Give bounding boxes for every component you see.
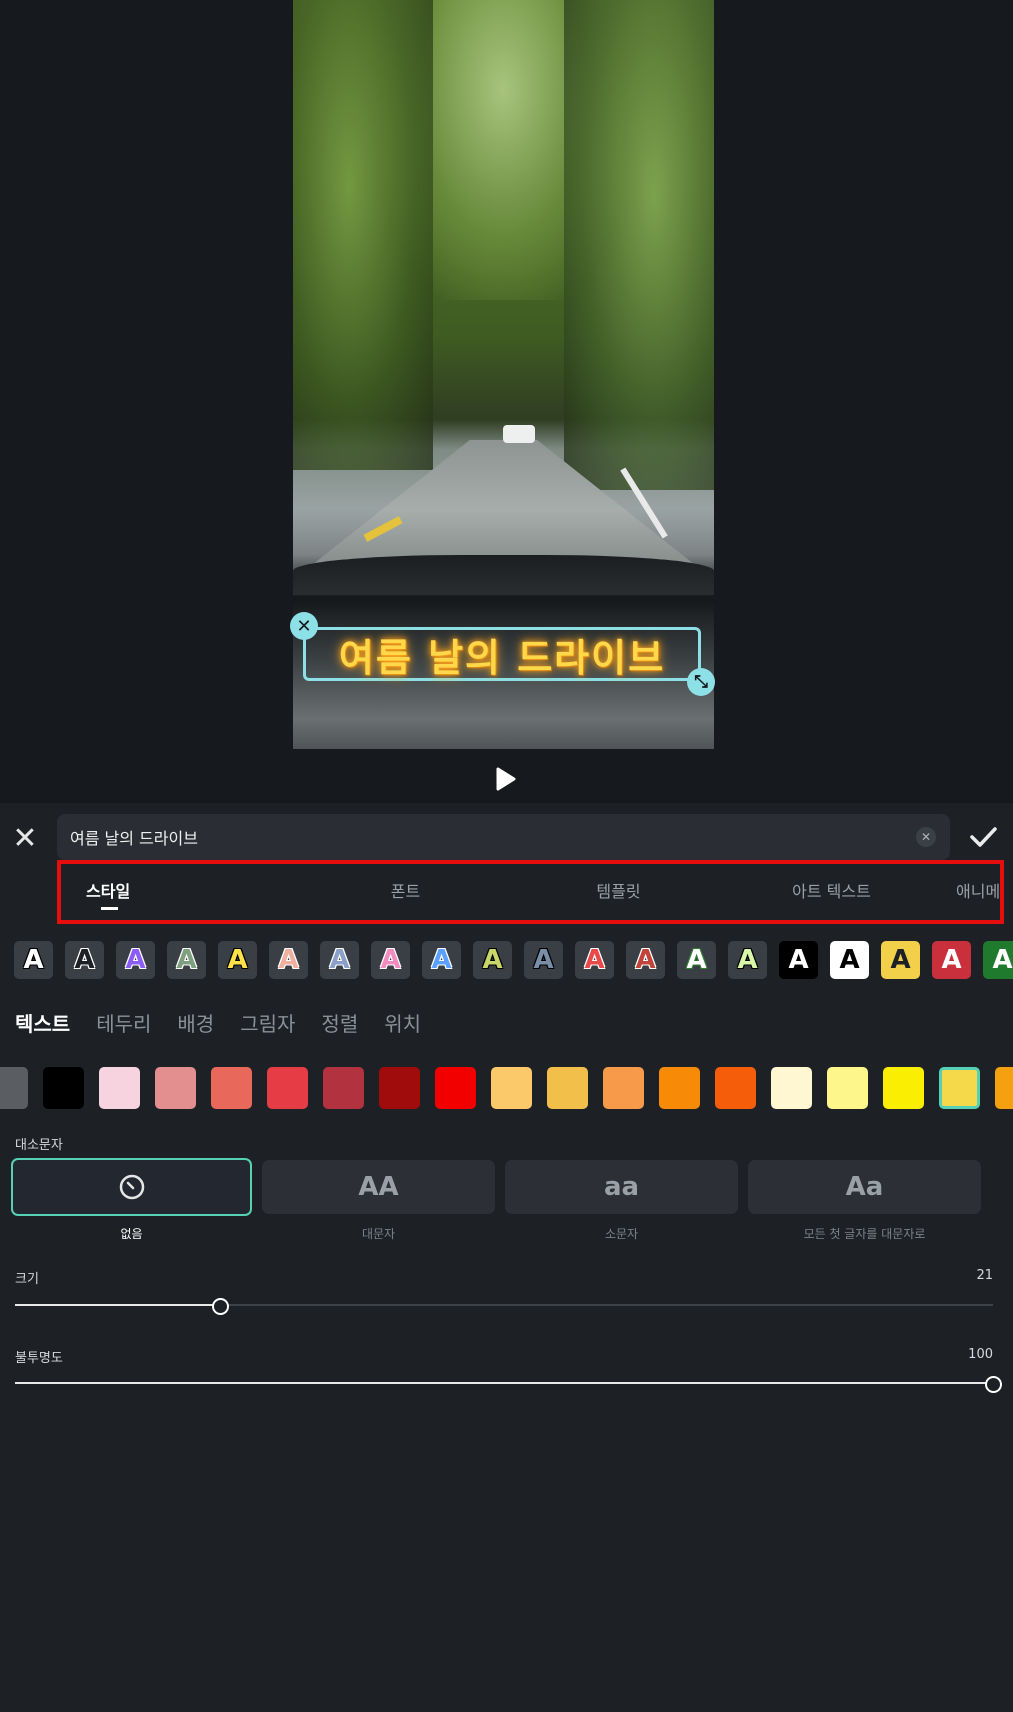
case-option-label: 없음 xyxy=(120,1227,143,1241)
opacity-slider-fill xyxy=(15,1382,993,1384)
size-slider-thumb[interactable] xyxy=(212,1298,230,1315)
subtab-6[interactable]: 위치 xyxy=(384,1008,421,1037)
opacity-slider[interactable] xyxy=(15,1373,1002,1393)
case-option-1[interactable] xyxy=(11,1158,252,1216)
case-option-3[interactable]: aa xyxy=(505,1160,738,1214)
color-swatch[interactable] xyxy=(995,1067,1013,1109)
color-swatch[interactable] xyxy=(827,1067,868,1109)
style-preset-9[interactable]: A xyxy=(422,941,461,979)
style-preset-16[interactable]: A xyxy=(779,941,818,979)
color-swatch[interactable] xyxy=(771,1067,812,1109)
check-icon[interactable] xyxy=(966,820,1000,854)
style-subtabs: 텍스트 테두리 배경 그림자 정렬 위치 xyxy=(15,1008,421,1037)
opacity-label: 불투명도 xyxy=(15,1351,63,1366)
style-preset-3[interactable]: A xyxy=(116,941,155,979)
style-preset-19[interactable]: A xyxy=(932,941,971,979)
color-swatch[interactable] xyxy=(43,1067,84,1109)
style-preset-17[interactable]: A xyxy=(830,941,869,979)
case-option-2[interactable]: AA xyxy=(262,1160,495,1214)
clear-icon[interactable]: ✕ xyxy=(916,827,936,847)
style-preset-14[interactable]: A xyxy=(677,941,716,979)
text-editor-panel: ✕ ✕ xyxy=(0,803,1013,1712)
opacity-slider-thumb[interactable] xyxy=(985,1376,1002,1393)
style-preset-2[interactable]: A xyxy=(65,941,104,979)
color-swatch[interactable] xyxy=(715,1067,756,1109)
subtab-2[interactable]: 테두리 xyxy=(96,1008,151,1037)
text-input-wrapper: ✕ xyxy=(57,814,950,860)
case-option-label: 모든 첫 글자를 대문자로 xyxy=(803,1227,926,1241)
style-preset-7[interactable]: A xyxy=(320,941,359,979)
style-preset-6[interactable]: A xyxy=(269,941,308,979)
style-preset-1[interactable]: A xyxy=(14,941,53,979)
color-swatch[interactable] xyxy=(211,1067,252,1109)
case-option-label: 소문자 xyxy=(604,1227,639,1241)
tabs-highlight-frame xyxy=(57,860,1004,924)
color-swatch[interactable] xyxy=(883,1067,924,1109)
color-swatch[interactable] xyxy=(659,1067,700,1109)
trees-left xyxy=(293,0,433,470)
size-slider-fill xyxy=(15,1304,221,1306)
no-case-icon xyxy=(119,1174,144,1200)
trees-right xyxy=(564,0,714,490)
size-slider[interactable] xyxy=(15,1295,993,1315)
style-preset-10[interactable]: A xyxy=(473,941,512,979)
style-preset-18[interactable]: A xyxy=(881,941,920,979)
style-preset-12[interactable]: A xyxy=(575,941,614,979)
style-preset-20[interactable]: A xyxy=(983,941,1013,979)
text-input[interactable] xyxy=(57,826,916,848)
color-palette xyxy=(0,1067,1013,1111)
text-overlay-box[interactable]: 여름 날의 드라이브 xyxy=(303,627,701,681)
color-swatch[interactable] xyxy=(435,1067,476,1109)
text-overlay[interactable]: 여름 날의 드라이브 xyxy=(339,627,665,682)
subtab-1[interactable]: 텍스트 xyxy=(15,1008,70,1037)
size-label: 크기 xyxy=(15,1272,39,1287)
style-preset-4[interactable]: A xyxy=(167,941,206,979)
style-preset-5[interactable]: A xyxy=(218,941,257,979)
style-preset-8[interactable]: A xyxy=(371,941,410,979)
case-section-label: 대소문자 xyxy=(15,1138,63,1153)
color-swatch[interactable] xyxy=(379,1067,420,1109)
color-swatch[interactable] xyxy=(491,1067,532,1109)
color-swatch[interactable] xyxy=(99,1067,140,1109)
case-option-labels: 없음 대문자 소문자 모든 첫 글자를 대문자로 xyxy=(11,1225,981,1242)
play-icon[interactable] xyxy=(490,764,520,794)
opacity-value: 100 xyxy=(968,1347,993,1362)
close-icon[interactable]: ✕ xyxy=(10,821,40,856)
case-options: AA aa Aa xyxy=(11,1158,981,1216)
style-preset-15[interactable]: A xyxy=(728,941,767,979)
subtab-4[interactable]: 그림자 xyxy=(240,1008,295,1037)
color-swatch[interactable] xyxy=(547,1067,588,1109)
subtab-5[interactable]: 정렬 xyxy=(321,1008,358,1037)
color-swatch[interactable] xyxy=(939,1067,980,1109)
color-swatch[interactable] xyxy=(323,1067,364,1109)
resize-icon[interactable]: ⤡ xyxy=(687,668,715,696)
preview-area: 여름 날의 드라이브 ✕ ⤡ xyxy=(0,0,1013,803)
remove-overlay-icon[interactable]: ✕ xyxy=(290,612,318,640)
style-preset-13[interactable]: A xyxy=(626,941,665,979)
color-swatch[interactable] xyxy=(603,1067,644,1109)
car xyxy=(503,425,535,443)
subtab-3[interactable]: 배경 xyxy=(177,1008,214,1037)
style-preset-row: AAAAAAAAAAAAAAAAAAAA xyxy=(14,941,1013,979)
case-option-4[interactable]: Aa xyxy=(748,1160,981,1214)
color-swatch[interactable] xyxy=(155,1067,196,1109)
case-option-label: 대문자 xyxy=(361,1227,396,1241)
color-swatch[interactable] xyxy=(267,1067,308,1109)
color-swatch[interactable] xyxy=(0,1067,28,1109)
style-preset-11[interactable]: A xyxy=(524,941,563,979)
size-value: 21 xyxy=(976,1268,993,1283)
car-dashboard xyxy=(293,555,714,595)
